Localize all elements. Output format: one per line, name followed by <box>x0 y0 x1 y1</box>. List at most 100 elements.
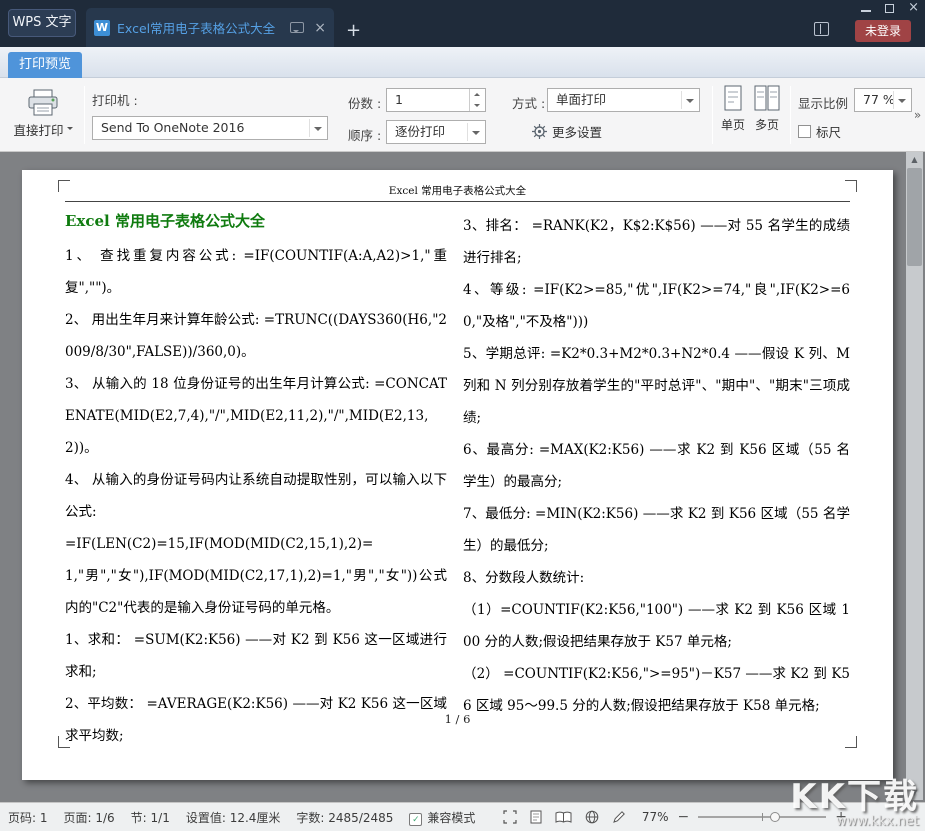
paragraph: 6、最高分: =MAX(K2:K56) ——求 K2 到 K56 区域（55 名… <box>463 434 850 498</box>
web-layout-icon[interactable] <box>585 810 599 824</box>
text-column-right: 3、排名： =RANK(K2，K$2:K$56) ——对 55 名学生的成绩进行… <box>463 210 850 722</box>
zoom-slider[interactable] <box>698 811 826 823</box>
app-menu-tab[interactable]: WPS 文字 <box>8 9 76 37</box>
margin-mark <box>845 736 857 748</box>
single-page-icon <box>723 85 743 112</box>
zoom-slider-tick <box>762 813 763 821</box>
checkbox-icon <box>798 125 811 138</box>
order-select-value: 逐份打印 <box>395 124 445 139</box>
status-page-code: 页码: 1 <box>8 809 48 826</box>
close-button[interactable]: × <box>908 1 919 15</box>
minimize-button[interactable] <box>861 10 871 12</box>
status-compat-mode[interactable]: ✓兼容模式 <box>409 809 475 826</box>
status-wordcount[interactable]: 字数: 2485/2485 <box>296 809 393 826</box>
order-select[interactable]: 逐份打印 <box>386 120 486 144</box>
multi-page-button[interactable]: 多页 <box>752 85 782 133</box>
zoom-controls: 77% − + <box>642 810 847 824</box>
scroll-up-icon[interactable]: ▲ <box>906 152 923 167</box>
toolbar-expand-icon[interactable]: » <box>911 102 924 128</box>
wps-document-icon: W <box>94 20 110 36</box>
fullscreen-icon[interactable] <box>503 810 517 824</box>
toolbar-separator <box>84 86 85 144</box>
more-settings-button[interactable]: 更多设置 <box>532 122 602 141</box>
order-label: 顺序 : <box>348 125 381 144</box>
gear-icon <box>532 124 547 139</box>
paragraph: 3、 从输入的 18 位身份证号的出生年月计算公式: =CONCATENATE(… <box>65 368 447 464</box>
more-settings-label: 更多设置 <box>552 122 602 141</box>
paragraph: 3、排名： =RANK(K2，K$2:K$56) ——对 55 名学生的成绩进行… <box>463 210 850 274</box>
ratio-label: 显示比例 <box>798 93 848 112</box>
single-page-button[interactable]: 单页 <box>718 85 748 133</box>
ruler-checkbox[interactable]: 标尺 <box>798 122 841 141</box>
direct-print-button[interactable]: 直接打印 <box>6 82 80 146</box>
text-column-left: 1、 查找重复内容公式: =IF(COUNTIF(A:A,A2)>1,"重复",… <box>65 240 447 752</box>
statusbar: 页码: 1 页面: 1/6 节: 1/1 设置值: 12.4厘米 字数: 248… <box>0 802 925 831</box>
copies-stepper[interactable]: 1 <box>386 88 486 112</box>
page-header: Excel 常用电子表格公式大全 <box>65 180 850 202</box>
tab-print-preview[interactable]: 打印预览 <box>8 52 82 78</box>
toolbar-separator <box>712 86 713 144</box>
spellcheck-icon: ✓ <box>409 813 422 826</box>
copies-value: 1 <box>395 92 403 107</box>
copies-label: 份数 : <box>348 93 381 112</box>
document-title: Excel 常用电子表格公式大全 <box>65 210 265 231</box>
printer-label: 打印机 : <box>92 90 138 109</box>
document-tab[interactable]: W Excel常用电子表格公式大全 × <box>86 8 334 47</box>
zoom-ratio-select[interactable]: 77 % <box>854 88 912 112</box>
app-menu-label: WPS 文字 <box>12 15 71 30</box>
scrollbar-thumb[interactable] <box>907 168 922 266</box>
titlebar: WPS 文字 W Excel常用电子表格公式大全 × + × 未登录 <box>0 0 925 47</box>
document-tab-label: Excel常用电子表格公式大全 <box>117 18 284 37</box>
view-switcher <box>503 810 626 824</box>
zoom-out-button[interactable]: − <box>678 810 690 824</box>
zoom-in-button[interactable]: + <box>835 810 847 824</box>
window-controls: × <box>861 0 919 16</box>
login-button[interactable]: 未登录 <box>855 20 911 42</box>
ruler-label: 标尺 <box>816 122 841 141</box>
multi-page-icon <box>754 85 780 112</box>
method-select-value: 单面打印 <box>556 92 606 107</box>
new-tab-button[interactable]: + <box>346 20 361 41</box>
paragraph: 7、最低分: =MIN(K2:K56) ——求 K2 到 K56 区域（55 名… <box>463 498 850 562</box>
maximize-button[interactable] <box>885 4 894 13</box>
sidebar-toggle-icon[interactable] <box>814 22 829 36</box>
vertical-scrollbar[interactable]: ▲ ▼ <box>906 152 923 800</box>
method-label: 方式 : <box>512 93 545 112</box>
toolbar-separator <box>790 86 791 144</box>
comment-bubble-icon[interactable] <box>290 22 304 33</box>
status-page: 页面: 1/6 <box>64 809 115 826</box>
paragraph: 1、 查找重复内容公式: =IF(COUNTIF(A:A,A2)>1,"重复",… <box>65 240 447 304</box>
paragraph: 8、分数段人数统计: <box>463 562 850 594</box>
document-page: Excel 常用电子表格公式大全 Excel 常用电子表格公式大全 1、 查找重… <box>22 170 893 780</box>
page-number: 1 / 6 <box>22 712 893 726</box>
status-section: 节: 1/1 <box>131 809 170 826</box>
direct-print-label: 直接打印 <box>13 120 72 139</box>
paragraph: 1、求和： =SUM(K2:K56) ——对 K2 到 K56 这一区域进行求和… <box>65 624 447 688</box>
stepper-up-icon[interactable] <box>474 93 480 96</box>
print-layout-icon[interactable] <box>530 810 542 824</box>
outline-view-icon[interactable] <box>612 810 626 824</box>
printer-select-value: Send To OneNote 2016 <box>101 120 244 135</box>
scroll-down-icon[interactable]: ▼ <box>906 785 923 800</box>
print-toolbar: 直接打印 打印机 : Send To OneNote 2016 份数 : 1 顺… <box>0 78 925 152</box>
paragraph: 5、学期总评: =K2*0.3+M2*0.3+N2*0.4 ——假设 K 列、M… <box>463 338 850 434</box>
read-layout-icon[interactable] <box>555 811 572 824</box>
stepper-arrows <box>469 89 485 111</box>
status-setting[interactable]: 设置值: 12.4厘米 <box>186 809 281 826</box>
paragraph: 4、 从输入的身份证号码内让系统自动提取性别，可以输入以下公式: <box>65 464 447 528</box>
stepper-down-icon[interactable] <box>474 104 480 107</box>
printer-select[interactable]: Send To OneNote 2016 <box>92 116 328 140</box>
method-select[interactable]: 单面打印 <box>547 88 700 112</box>
zoom-ratio-value: 77 % <box>863 92 895 107</box>
zoom-percent[interactable]: 77% <box>642 810 669 824</box>
chevron-down-icon <box>67 127 73 133</box>
preview-canvas: Excel 常用电子表格公式大全 Excel 常用电子表格公式大全 1、 查找重… <box>0 152 925 802</box>
single-page-label: 单页 <box>721 116 745 133</box>
multi-page-label: 多页 <box>755 116 779 133</box>
ribbon-tab-row: 打印预览 <box>0 47 925 78</box>
paragraph: =IF(LEN(C2)=15,IF(MOD(MID(C2,15,1),2)=1,… <box>65 528 447 624</box>
zoom-slider-thumb[interactable] <box>770 812 780 822</box>
paragraph: 2、 用出生年月来计算年龄公式: =TRUNC((DAYS360(H6,"200… <box>65 304 447 368</box>
paragraph: 4、等级: =IF(K2>=85,"优",IF(K2>=74,"良",IF(K2… <box>463 274 850 338</box>
tab-close-icon[interactable]: × <box>314 20 326 36</box>
